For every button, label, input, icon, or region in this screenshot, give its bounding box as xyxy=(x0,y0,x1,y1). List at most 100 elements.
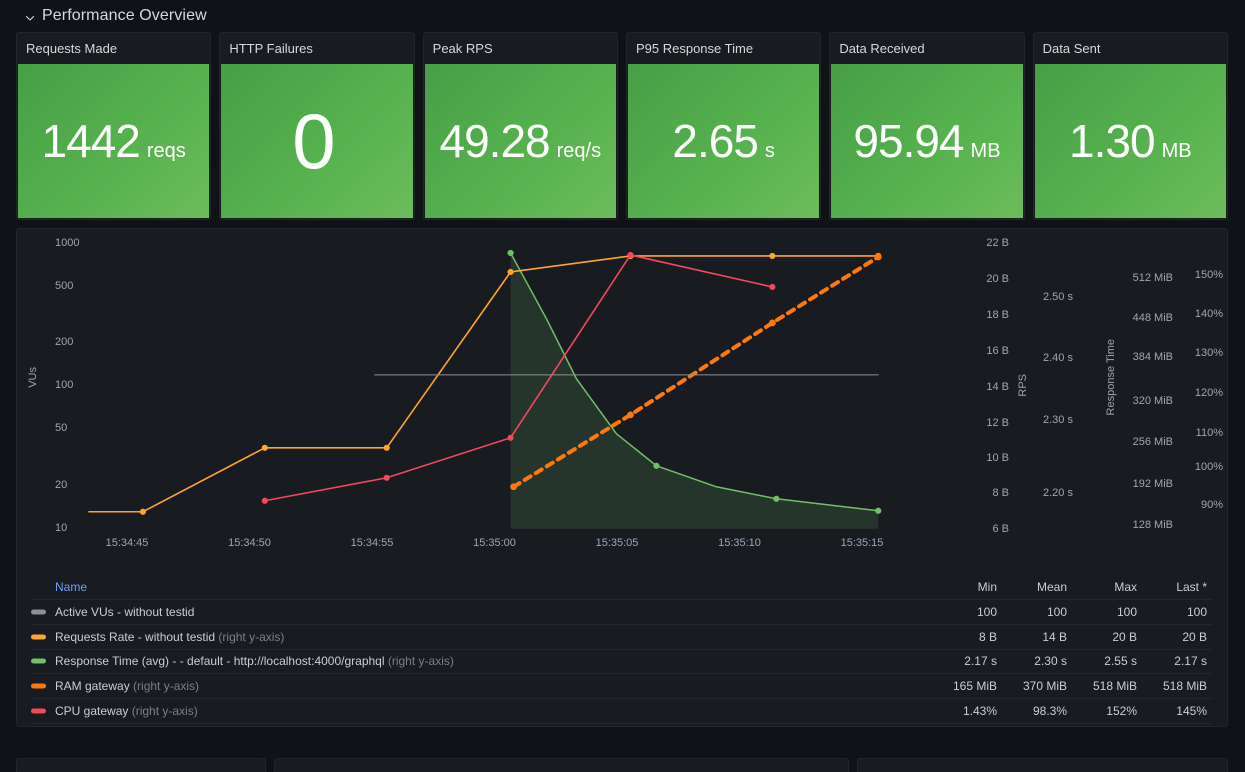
y-axis-tick-rps: 6 B xyxy=(992,523,1009,535)
y-axis-tick-cpu: 120% xyxy=(1194,387,1223,399)
legend-cell-max: 2.55 s xyxy=(1073,649,1143,675)
plot-area[interactable] xyxy=(17,229,1227,574)
legend-cell-last: 2.17 s xyxy=(1143,649,1213,675)
legend-cell-max: 20 B xyxy=(1073,624,1143,650)
timeseries-panel[interactable]: 1000 500 200 100 50 20 10 VUs 22 B 20 B 18 B 16 B 14… xyxy=(16,228,1228,727)
x-axis-tick: 15:34:45 xyxy=(105,537,149,549)
legend-col-last[interactable]: Last * xyxy=(1143,575,1213,601)
legend-cell-mean: 14 B xyxy=(1003,624,1073,650)
stat-unit: s xyxy=(764,140,775,162)
stat-panel-peak-rps[interactable]: Peak RPS 49.28 req/s xyxy=(422,32,618,220)
series-color-swatch[interactable] xyxy=(31,609,46,615)
stat-value: 0 xyxy=(292,97,335,185)
y-axis-tick-memory: 256 MiB xyxy=(1132,436,1173,448)
legend-row[interactable]: Active VUs - without testid 100 100 100 100 xyxy=(31,599,1213,625)
chevron-down-icon[interactable] xyxy=(24,11,36,23)
stat-panel-data-sent[interactable]: Data Sent 1.30 MB xyxy=(1032,32,1228,220)
legend-cell-mean: 100 xyxy=(1003,599,1073,625)
series-axis-note: (right y-axis) xyxy=(128,703,198,718)
stat-value-area: 49.28 req/s xyxy=(424,64,616,218)
y-axis-tick-rps: 18 B xyxy=(986,309,1009,321)
legend-cell-min: 1.43% xyxy=(933,698,1003,724)
series-axis-note: (right y-axis) xyxy=(129,679,200,694)
stat-panel-p95-response-time[interactable]: P95 Response Time 2.65 s xyxy=(625,32,822,220)
legend-cell-mean: 2.30 s xyxy=(1003,649,1073,675)
y-axis-tick-memory: 448 MiB xyxy=(1132,312,1173,324)
series-color-swatch[interactable] xyxy=(31,683,46,689)
y-axis-tick-cpu: 140% xyxy=(1194,308,1223,320)
legend-cell-mean: 98.3% xyxy=(1003,698,1073,724)
series-name: Requests Rate - without testid xyxy=(55,629,216,644)
legend-cell-last: 100 xyxy=(1143,599,1213,625)
y-axis-tick-vus: 10 xyxy=(55,522,68,534)
stat-unit: MB xyxy=(1161,140,1192,162)
legend-series-cell[interactable]: CPU gateway (right y-axis) xyxy=(31,698,933,724)
series-name: Response Time (avg) - - default - http:/… xyxy=(55,654,385,669)
panel-title: Data Received xyxy=(839,41,925,56)
legend-series-cell[interactable]: Active VUs - without testid xyxy=(31,599,933,625)
series-axis-note: (right y-axis) xyxy=(215,629,285,644)
series-name: Active VUs - without testid xyxy=(55,605,195,620)
y-axis-tick-vus: 500 xyxy=(55,280,74,292)
y-axis-tick-response-time: 2.40 s xyxy=(1043,352,1073,364)
panel-title: Requests Made xyxy=(26,41,118,56)
legend-series-cell[interactable]: Response Time (avg) - - default - http:/… xyxy=(31,649,933,675)
y-axis-tick-memory: 320 MiB xyxy=(1132,395,1173,407)
legend-cell-max: 152% xyxy=(1073,698,1143,724)
x-axis-tick: 15:35:15 xyxy=(840,537,884,549)
y-axis-tick-response-time: 2.50 s xyxy=(1043,291,1073,303)
stat-panel-http-failures[interactable]: HTTP Failures 0 xyxy=(219,32,415,220)
stat-value: 95.94 xyxy=(853,115,964,167)
y-axis-tick-rps: 12 B xyxy=(986,417,1009,429)
panel-peek-1[interactable] xyxy=(16,758,266,772)
y-axis-tick-vus: 50 xyxy=(55,422,68,434)
stat-value: 1442 xyxy=(41,115,141,167)
legend-cell-last: 145% xyxy=(1143,698,1213,724)
series-color-swatch[interactable] xyxy=(31,708,46,714)
legend-cell-last: 20 B xyxy=(1143,624,1213,650)
legend-series-cell[interactable]: Requests Rate - without testid (right y-… xyxy=(31,624,933,650)
series-color-swatch[interactable] xyxy=(31,634,46,640)
legend-row[interactable]: CPU gateway (right y-axis) 1.43% 98.3% 152%… xyxy=(31,698,1213,724)
stat-panel-data-received[interactable]: Data Received 95.94 MB xyxy=(829,32,1025,220)
panel-title: Data Sent xyxy=(1042,41,1101,56)
y-axis-title-rps: RPS xyxy=(1017,374,1029,397)
legend-col-name[interactable]: Name xyxy=(31,575,933,601)
x-axis-tick: 15:35:05 xyxy=(595,537,639,549)
legend-row[interactable]: RAM gateway (right y-axis) 165 MiB 370 MiB… xyxy=(31,673,1213,699)
y-axis-title-response-time: Response Time xyxy=(1105,339,1117,416)
row-title: Performance Overview xyxy=(42,7,207,24)
panel-title: P95 Response Time xyxy=(635,41,754,56)
y-axis-tick-vus: 100 xyxy=(55,379,74,391)
panel-peek-2[interactable] xyxy=(274,758,849,772)
x-axis-tick: 15:35:10 xyxy=(718,537,761,549)
legend-cell-min: 165 MiB xyxy=(933,673,1003,699)
y-axis-tick-response-time: 2.30 s xyxy=(1043,414,1073,426)
legend-table-wrap[interactable]: Name Min Mean Max Last * Active VUs - wi… xyxy=(17,575,1227,726)
legend-col-min[interactable]: Min xyxy=(933,575,1003,601)
legend-cell-max: 100 xyxy=(1073,599,1143,625)
stat-unit: req/s xyxy=(556,140,602,162)
next-row-panels xyxy=(0,758,1245,772)
legend-row[interactable]: Response Time (avg) - - default - http:/… xyxy=(31,649,1213,675)
stat-value-area: 1.30 MB xyxy=(1034,64,1226,218)
y-axis-tick-cpu: 100% xyxy=(1194,461,1223,473)
series-line-requests-rate xyxy=(88,255,880,513)
series-area-response-time xyxy=(510,252,879,529)
y-axis-tick-rps: 10 B xyxy=(986,452,1009,464)
stat-value: 49.28 xyxy=(439,115,551,167)
stat-panel-requests-made[interactable]: Requests Made 1442 reqs xyxy=(16,32,212,220)
legend-cell-max: 518 MiB xyxy=(1073,673,1143,699)
legend-row[interactable]: Requests Rate - without testid (right y-… xyxy=(31,624,1213,650)
y-axis-tick-vus: 1000 xyxy=(55,237,80,249)
series-color-swatch[interactable] xyxy=(31,658,46,664)
y-axis-tick-vus: 200 xyxy=(55,336,74,348)
legend-header-row: Name Min Mean Max Last * xyxy=(31,575,1213,601)
y-axis-tick-rps: 20 B xyxy=(986,273,1009,285)
y-axis-tick-rps: 8 B xyxy=(992,487,1009,499)
legend-col-max[interactable]: Max xyxy=(1073,575,1143,601)
panel-peek-3[interactable] xyxy=(857,758,1228,772)
legend-col-mean[interactable]: Mean xyxy=(1003,575,1073,601)
dashboard-row-header[interactable]: Performance Overview xyxy=(0,0,1245,32)
legend-series-cell[interactable]: RAM gateway (right y-axis) xyxy=(31,673,933,699)
